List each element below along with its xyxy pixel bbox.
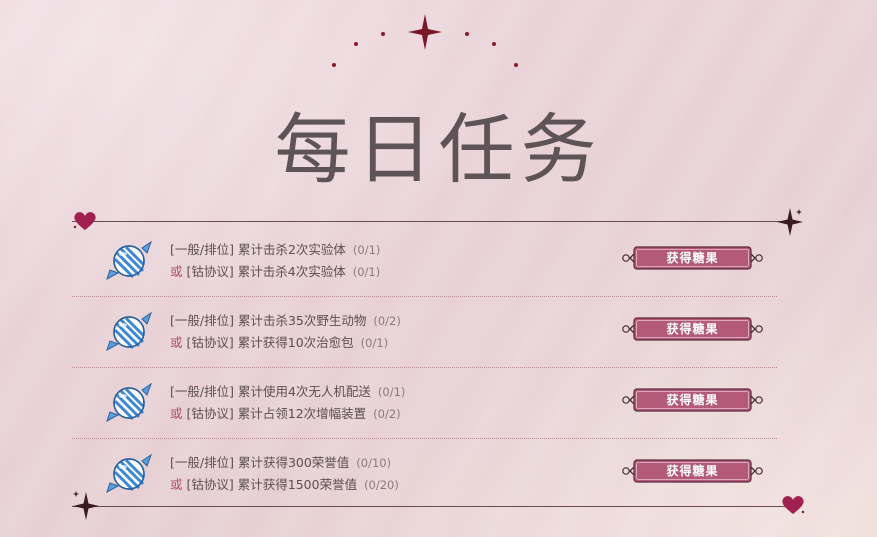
page-title: 每日任务: [274, 105, 603, 194]
task-progress: (0/2): [373, 314, 401, 328]
mode-tag: [钴协议]: [186, 477, 234, 492]
get-candy-button[interactable]: 获得糖果: [620, 386, 765, 414]
candy-icon: [106, 240, 152, 280]
task-primary-line: [一般/排位] 累计获得300荣誉值 (0/10): [170, 452, 399, 474]
candy-icon: [106, 382, 152, 422]
mode-tag: [一般/排位]: [170, 313, 234, 328]
sparkle-arc-ornament: [332, 14, 518, 67]
task-description: 累计击杀4次实验体: [237, 264, 346, 279]
task-description: 累计获得1500荣誉值: [237, 477, 358, 492]
task-description: 累计击杀2次实验体: [237, 242, 346, 257]
task-progress: (0/10): [356, 456, 392, 470]
button-label: 获得糖果: [666, 393, 719, 407]
mode-tag: [一般/排位]: [170, 455, 234, 470]
task-progress: (0/1): [377, 385, 406, 399]
mode-tag: [一般/排位]: [170, 242, 234, 257]
task-row: [一般/排位] 累计获得300荣誉值 (0/10) 或 [钴协议] 累计获得150…: [72, 439, 777, 509]
task-alternate-line: 或 [钴协议] 累计获得1500荣誉值 (0/20): [170, 474, 399, 496]
mode-tag: [钴协议]: [186, 406, 234, 421]
or-label: 或: [170, 406, 183, 421]
task-alternate-line: 或 [钴协议] 累计击杀4次实验体 (0/1): [170, 261, 380, 283]
task-primary-line: [一般/排位] 累计击杀35次野生动物 (0/2): [170, 310, 401, 332]
or-label: 或: [170, 335, 183, 350]
task-description: 累计获得300荣誉值: [237, 455, 350, 470]
mode-tag: [一般/排位]: [170, 384, 234, 399]
task-alternate-line: 或 [钴协议] 累计获得10次治愈包 (0/1): [170, 332, 401, 354]
candy-icon: [106, 311, 152, 351]
get-candy-button[interactable]: 获得糖果: [620, 244, 765, 272]
sparkle-star-icon: [777, 208, 803, 236]
task-description: 累计击杀35次野生动物: [237, 313, 367, 328]
button-label: 获得糖果: [666, 251, 719, 265]
task-primary-line: [一般/排位] 累计击杀2次实验体 (0/1): [170, 239, 380, 261]
task-description: 累计占领12次增幅装置: [237, 406, 367, 421]
get-candy-button[interactable]: 获得糖果: [620, 315, 765, 343]
task-row: [一般/排位] 累计使用4次无人机配送 (0/1) 或 [钴协议] 累计占领12次…: [72, 368, 777, 439]
task-progress: (0/2): [373, 407, 401, 421]
button-label: 获得糖果: [666, 322, 719, 336]
or-label: 或: [170, 477, 183, 492]
task-alternate-line: 或 [钴协议] 累计占领12次增幅装置 (0/2): [170, 403, 405, 425]
bottom-divider: [72, 506, 792, 507]
task-row: [一般/排位] 累计击杀35次野生动物 (0/2) 或 [钴协议] 累计获得10次…: [72, 297, 777, 368]
sparkle-star-icon: [73, 491, 99, 520]
heart-icon: [782, 496, 805, 514]
task-row: [一般/排位] 累计击杀2次实验体 (0/1) 或 [钴协议] 累计击杀4次实验体…: [72, 226, 777, 297]
task-primary-line: [一般/排位] 累计使用4次无人机配送 (0/1): [170, 381, 405, 403]
task-progress: (0/1): [360, 336, 389, 350]
task-progress: (0/1): [352, 265, 381, 279]
mode-tag: [钴协议]: [186, 264, 234, 279]
mode-tag: [钴协议]: [186, 335, 234, 350]
task-progress: (0/20): [364, 478, 399, 492]
task-description: 累计获得10次治愈包: [237, 335, 354, 350]
button-label: 获得糖果: [666, 464, 719, 478]
candy-icon: [106, 453, 152, 493]
get-candy-button[interactable]: 获得糖果: [620, 457, 765, 485]
task-description: 累计使用4次无人机配送: [237, 384, 371, 399]
task-progress: (0/1): [352, 243, 381, 257]
top-divider: [72, 221, 792, 222]
task-list: [一般/排位] 累计击杀2次实验体 (0/1) 或 [钴协议] 累计击杀4次实验体…: [72, 226, 777, 509]
or-label: 或: [170, 264, 183, 279]
